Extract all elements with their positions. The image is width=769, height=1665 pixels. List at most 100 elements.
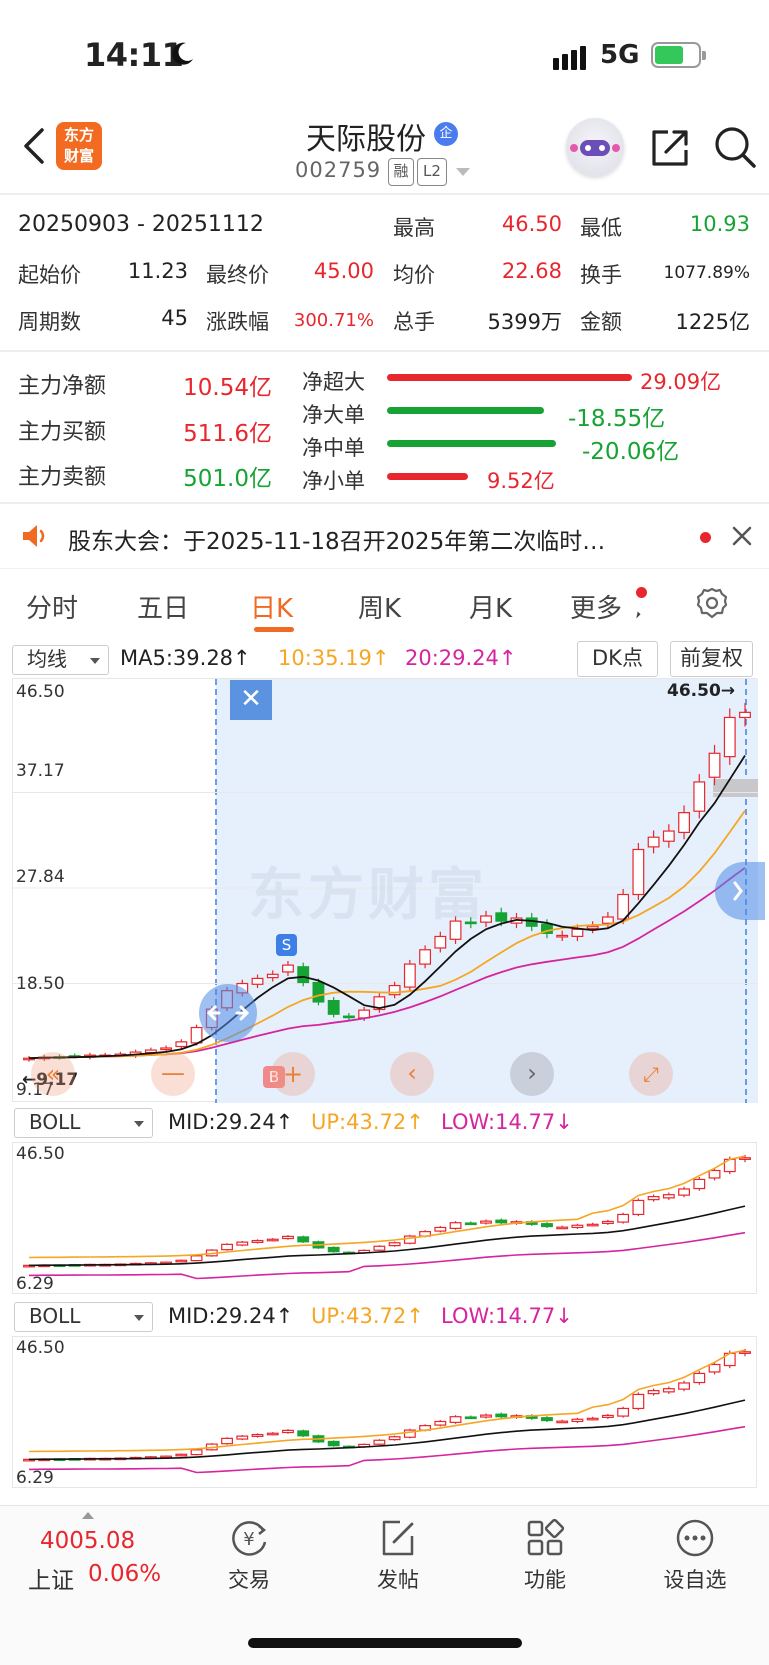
trade-icon: ¥ [232,1521,267,1556]
boll-low-1: LOW:14.77↓ [441,1110,573,1134]
boll-selector-1[interactable]: BOLL [14,1108,153,1138]
candle [175,1041,188,1048]
assistant-avatar[interactable] [566,118,624,176]
share-icon[interactable] [648,126,692,170]
index-change[interactable]: 0.06% [88,1561,161,1587]
flow-bar [387,440,557,447]
zoom-in-icon[interactable]: + [271,1052,315,1096]
candle [739,1157,751,1160]
more-icon [676,1519,714,1557]
candle [221,1437,233,1445]
search-icon[interactable] [712,124,758,170]
chevron-down-icon[interactable] [456,168,470,176]
close-selection-button[interactable]: ✕ [230,680,272,720]
candle [647,836,660,848]
drag-handle-left[interactable] [199,984,257,1042]
tab-intraday[interactable]: 分时 [26,588,78,625]
high-value: 46.50 [501,212,562,236]
boll-up-1: UP:43.72↑ [311,1110,424,1134]
change-label: 涨跌幅 [206,310,269,334]
boll-chart-1[interactable] [12,1142,757,1294]
next-icon[interactable]: › [510,1052,554,1096]
candle [449,1416,462,1423]
tab-five-day[interactable]: 五日 [137,588,189,625]
turnover-value: 1077.89% [663,263,750,283]
candle [327,999,340,1015]
low-value: 10.93 [689,212,750,236]
candle [282,1429,294,1434]
ma-selector[interactable]: 均线 [12,645,109,675]
candle [434,935,447,949]
tab-daily-k[interactable]: 日K [250,588,293,625]
boll-chart-2[interactable] [12,1336,757,1488]
candle [601,916,614,924]
l2-tag: L2 [417,158,447,186]
candle [236,1241,249,1246]
dk-point-button[interactable]: DK点 [577,641,658,677]
candle [662,830,675,842]
candle [693,1372,706,1384]
gear-icon[interactable] [695,586,729,620]
network-type: 5G [600,40,640,70]
candle [282,964,294,973]
adjust-button[interactable]: 前复权 [670,641,753,677]
boll-up-2: UP:43.72↑ [311,1304,424,1328]
nav-post[interactable]: 发帖 [343,1516,453,1594]
candle [251,1239,264,1243]
watermark: 东方财富 [248,863,488,928]
candle [403,963,416,988]
flow-bar-value: 29.09亿 [640,370,722,394]
candle [160,1047,173,1051]
flow-bar-value: 9.52亿 [487,469,555,493]
drag-handle-right[interactable] [715,862,765,920]
expand-icon[interactable]: ⤢ [629,1052,673,1096]
ma20-value: 20:29.24↑ [405,646,517,670]
tab-underline [254,627,294,632]
svg-text:¥: ¥ [243,1529,254,1550]
nav-add-watchlist[interactable]: 设自选 [640,1516,750,1594]
candle [221,1243,233,1251]
candle [373,1245,386,1251]
home-indicator [248,1638,522,1648]
candle [480,1220,492,1224]
candle [175,1259,188,1263]
index-name[interactable]: 上证 [28,1561,74,1595]
candle [388,1242,401,1247]
candle [739,711,751,719]
chevron-up-icon[interactable] [82,1512,94,1519]
boll-selector-2[interactable]: BOLL [14,1302,153,1332]
y-label: 18.50 [16,974,65,994]
app-logo: 东方 财富 [56,122,102,170]
back-icon[interactable] [18,124,50,168]
high-marker: 46.50→ [667,681,736,701]
candle [617,1407,630,1417]
zoom-first-icon[interactable]: « [31,1052,75,1096]
tab-monthly-k[interactable]: 月K [469,588,512,625]
tab-weekly-k[interactable]: 周K [358,588,401,625]
candle [190,1255,203,1262]
candle [541,1417,553,1422]
nav-functions[interactable]: 功能 [490,1516,600,1594]
notice-text[interactable]: 股东大会：于2025-11-18召开2025年第二次临时… [68,522,605,556]
tab-more[interactable]: 更多 [570,588,622,625]
flow-bar-value: -20.06亿 [582,439,680,465]
candle [556,1420,569,1424]
candle [678,812,690,834]
candle [480,1414,492,1418]
start-label: 起始价 [18,263,81,287]
prev-icon[interactable]: ‹ [390,1052,434,1096]
candle [541,1223,553,1228]
index-value[interactable]: 4005.08 [40,1528,135,1554]
boll-low-line [28,1425,746,1474]
candle [678,1382,690,1390]
close-icon[interactable] [730,524,754,548]
nav-trade[interactable]: ¥ 交易 [194,1516,304,1594]
stock-name: 天际股份 [306,122,426,157]
avg-label: 均价 [393,263,435,287]
zoom-out-icon[interactable]: — [151,1052,195,1096]
candle [632,848,645,896]
main-net-label: 主力净额 [18,374,107,399]
candle [297,1430,310,1437]
candle [495,1219,508,1224]
flow-bar-label: 净大单 [302,403,365,427]
